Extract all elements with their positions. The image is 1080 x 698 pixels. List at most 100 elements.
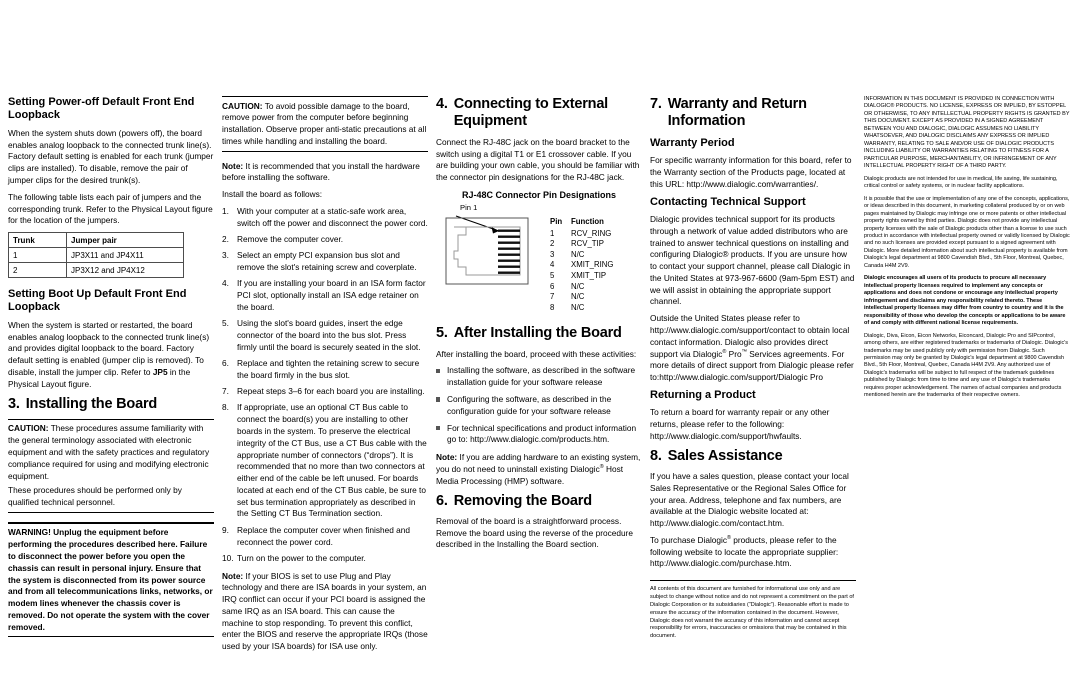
caution-para-2: These procedures should be performed onl… bbox=[8, 485, 182, 508]
bullet-text: For technical specifications and product… bbox=[447, 422, 637, 445]
jumper-table: Trunk Jumper pair 1 JP3X11 and JP4X11 2 … bbox=[8, 232, 184, 279]
warning-text: Unplug the equipment before performing t… bbox=[8, 527, 213, 632]
jumper-jp5-ref: JP5 bbox=[152, 367, 168, 377]
step-text: Select an empty PCI expansion bus slot a… bbox=[237, 250, 417, 273]
note-label: Note: bbox=[222, 160, 244, 171]
list-item: 8. If appropriate, use an optional CT Bus… bbox=[222, 402, 428, 520]
section-5-heading: 5. After Installing the Board bbox=[436, 325, 642, 342]
pin-1-callout-label: Pin 1 bbox=[460, 202, 478, 212]
cell-jumper: JP3X11 and JP4X11 bbox=[66, 247, 184, 264]
step-text: Turn on the power to the computer. bbox=[237, 552, 366, 563]
para-returning-product: To return a board for warranty repair or… bbox=[650, 407, 830, 441]
table-row: 2 JP3X12 and JP4X12 bbox=[8, 262, 184, 279]
para-sales-2: To purchase Dialogic® products, please r… bbox=[650, 535, 856, 570]
cell-pin: 8 bbox=[550, 302, 555, 312]
footer-divider bbox=[650, 580, 856, 582]
legal-para-3: It is possible that the use or implement… bbox=[864, 195, 1070, 269]
list-item: 1. With your computer at a static-safe wo… bbox=[222, 206, 428, 230]
table-row: 1 RCV_RING bbox=[550, 229, 613, 240]
section-3-title: Installing the Board bbox=[25, 395, 158, 412]
section-6-heading: 6. Removing the Board bbox=[436, 493, 642, 510]
heading-warranty-period: Warranty Period bbox=[650, 136, 735, 149]
step-number: 6. bbox=[222, 358, 229, 369]
legal-para-4-bold: Dialogic encourages all users of its pro… bbox=[864, 275, 1066, 327]
note-hmp-software: Note: If you are adding hardware to an e… bbox=[436, 452, 642, 487]
para-after-installing: After installing the board, proceed with… bbox=[436, 348, 637, 359]
note-hardware-first: Note: It is recommended that you install… bbox=[222, 161, 428, 185]
table-row: 5 XMIT_TIP bbox=[550, 271, 613, 282]
step-text: Remove the computer cover. bbox=[237, 234, 344, 245]
bullet-text: Configuring the software, as described i… bbox=[447, 394, 612, 416]
cell-trunk: 2 bbox=[8, 262, 67, 279]
section-4-title: Connecting to External Equipment bbox=[453, 96, 609, 130]
section-7-title: Warranty and Return Information bbox=[667, 96, 807, 130]
figure-title-rj48c: RJ-48C Connector Pin Designations bbox=[461, 189, 617, 200]
column-2: CAUTION: To avoid possible damage to the… bbox=[222, 96, 428, 658]
list-item: 10. Turn on the power to the computer. bbox=[222, 553, 428, 565]
caution-box-installing: CAUTION: These procedures assume familia… bbox=[8, 418, 214, 513]
section-6-title: Removing the Board bbox=[453, 492, 592, 509]
step-text: Replace and tighten the retaining screw … bbox=[237, 358, 420, 380]
document-page: Setting Power-off Default Front End Loop… bbox=[0, 0, 1080, 698]
heading-returning-product: Returning a Product bbox=[650, 388, 756, 401]
table-row: 2 RCV_TIP bbox=[550, 239, 613, 250]
list-item: 6. Replace and tighten the retaining scre… bbox=[222, 358, 428, 382]
step-text: If appropriate, use an optional CT Bus c… bbox=[237, 402, 427, 519]
cell-function: N/C bbox=[571, 249, 585, 259]
note-text: If your BIOS is set to use Plug and Play… bbox=[222, 570, 428, 652]
list-item: 7. Repeat steps 3–6 for each board you ar… bbox=[222, 386, 428, 398]
table-row: 3 N/C bbox=[550, 250, 613, 261]
para-support-1: Dialogic provides technical support for … bbox=[650, 213, 855, 307]
note-label: Note: bbox=[222, 570, 244, 581]
warning-label: WARNING! bbox=[8, 527, 51, 538]
heading-technical-support: Contacting Technical Support bbox=[650, 195, 806, 208]
step-number: 5. bbox=[222, 318, 229, 329]
install-intro: Install the board as follows: bbox=[222, 189, 323, 200]
cell-pin: 5 bbox=[550, 271, 555, 280]
note-label: Note: bbox=[436, 452, 458, 463]
para-support-2: Outside the United States please refer t… bbox=[650, 313, 856, 384]
table-row: 7 N/C bbox=[550, 292, 613, 303]
bullet-square-icon bbox=[436, 397, 441, 402]
step-text: Repeat steps 3–6 for each board you are … bbox=[237, 386, 425, 397]
warning-para: WARNING! Unplug the equipment before per… bbox=[8, 527, 214, 633]
table-row: 8 N/C bbox=[550, 303, 613, 314]
para-power-off-1: When the system shuts down (powers off),… bbox=[8, 127, 214, 185]
column-5-legal: INFORMATION IN THIS DOCUMENT IS PROVIDED… bbox=[864, 96, 1070, 405]
rj48c-connector-diagram: Pin 1 bbox=[436, 202, 544, 288]
cell-function: N/C bbox=[571, 302, 585, 312]
cell-function: N/C bbox=[571, 292, 585, 302]
cell-trunk: 1 bbox=[8, 247, 67, 264]
section-3-heading: 3. Installing the Board bbox=[8, 396, 214, 413]
footer-disclaimer: All contents of this document are furnis… bbox=[650, 586, 856, 641]
caution-para-1: CAUTION: These procedures assume familia… bbox=[8, 423, 214, 482]
para-boot-up: When the system is started or restarted,… bbox=[8, 320, 214, 391]
th-trunk: Trunk bbox=[8, 232, 67, 249]
step-number: 4. bbox=[222, 278, 229, 289]
step-number: 3. bbox=[222, 250, 229, 261]
caution-box-power: CAUTION: To avoid possible damage to the… bbox=[222, 96, 428, 152]
section-7-heading: 7. Warranty and Return Information bbox=[650, 96, 856, 131]
th-jumper-pair: Jumper pair bbox=[66, 232, 184, 249]
section-4-heading: 4. Connecting to External Equipment bbox=[436, 96, 642, 131]
heading-boot-up-loopback: Setting Boot Up Default Front End Loopba… bbox=[8, 288, 187, 314]
after-install-activities: Installing the software, as described in… bbox=[436, 365, 642, 446]
section-4-number: 4. bbox=[436, 96, 448, 112]
cell-pin: 6 bbox=[550, 281, 555, 291]
list-item: 9. Replace the computer cover when finish… bbox=[222, 525, 428, 549]
caution-label: CAUTION: bbox=[222, 100, 263, 111]
table-row: 4 XMIT_RING bbox=[550, 260, 613, 271]
step-number: 2. bbox=[222, 234, 229, 245]
legal-para-1: INFORMATION IN THIS DOCUMENT IS PROVIDED… bbox=[864, 96, 1070, 170]
step-number: 10. bbox=[222, 552, 234, 563]
section-7-number: 7. bbox=[650, 96, 662, 112]
th-pin: Pin bbox=[550, 216, 563, 226]
section-3-number: 3. bbox=[8, 395, 20, 412]
section-8-title: Sales Assistance bbox=[667, 447, 783, 464]
section-8-heading: 8. Sales Assistance bbox=[650, 448, 856, 465]
step-text: Using the slot's board guides, insert th… bbox=[237, 318, 421, 352]
list-item: Configuring the software, as described i… bbox=[436, 394, 642, 418]
column-1: Setting Power-off Default Front End Loop… bbox=[8, 96, 214, 646]
step-text: If you are installing your board in an I… bbox=[237, 278, 426, 312]
list-item: 4. If you are installing your board in an… bbox=[222, 278, 428, 313]
